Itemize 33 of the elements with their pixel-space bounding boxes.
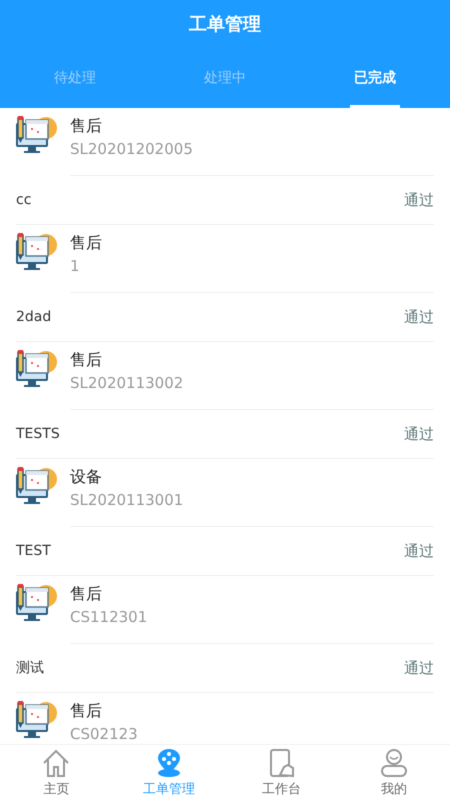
user-icon [378,748,409,778]
home-icon [41,748,72,778]
page-title: 工单管理 [189,13,261,36]
nav-tab[interactable]: 我的 [338,745,450,800]
order-code: SL20201202005 [70,139,194,160]
order-code: CS112301 [70,607,148,628]
nav-tab[interactable]: 工单管理 [112,745,225,800]
order-name: TESTS [16,426,60,442]
order-name: cc [16,192,32,208]
order-code: 1 [70,256,81,277]
tab-underline [350,105,400,108]
nav-tab[interactable]: 主页 [0,745,112,800]
order-type: 售后 [70,583,103,605]
order-name: TEST [16,543,51,559]
order-code: SL2020113001 [70,490,184,511]
order-type: 售后 [70,232,103,254]
nav-tab[interactable]: 工作台 [225,745,338,800]
order-type: 售后 [70,349,103,371]
order-code: CS02123 [70,724,139,744]
order-type: 售后 [70,700,103,722]
status-tab[interactable]: 已完成 [300,48,450,108]
order-code: SL2020113002 [70,373,184,394]
order-status: 通过 [404,658,434,678]
order-name: 测试 [16,659,44,677]
status-tab[interactable]: 待处理 [0,48,150,108]
order-status: 通过 [404,424,434,444]
order-status: 通过 [404,542,434,560]
order-name: 2dad [16,309,52,325]
order-status: 通过 [404,308,434,326]
order-type: 售后 [70,115,103,137]
status-tab[interactable]: 处理中 [150,48,300,108]
order-type: 设备 [70,466,103,488]
order-status: 通过 [404,190,434,210]
